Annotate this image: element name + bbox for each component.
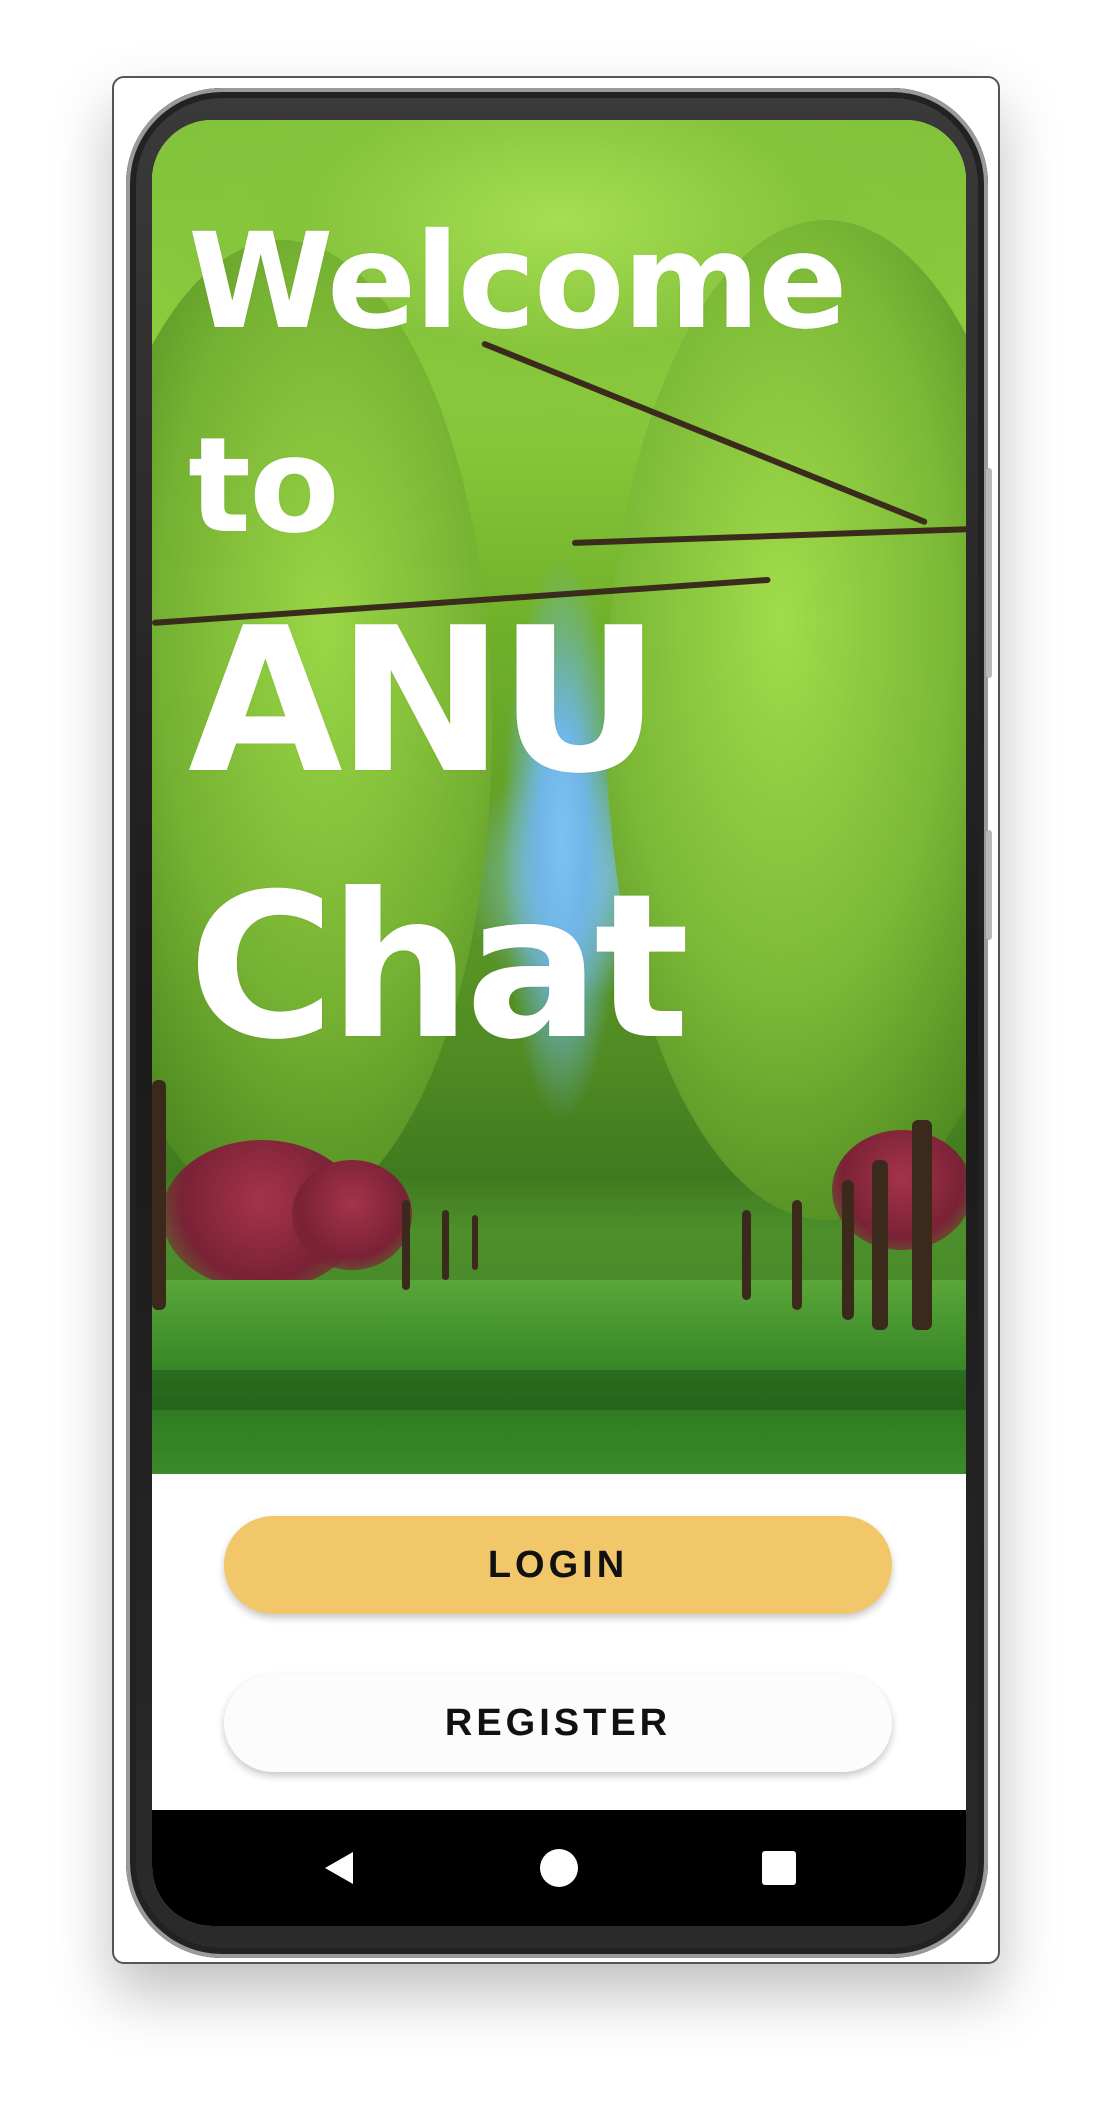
home-button[interactable] [527, 1836, 591, 1900]
login-button[interactable]: LOGIN [224, 1516, 892, 1614]
back-button[interactable] [307, 1836, 371, 1900]
app-name-line-2: Chat [188, 851, 690, 1084]
volume-button [986, 468, 992, 678]
power-button [986, 830, 992, 940]
phone-screen: Welcome to ANU Chat LOGIN REGISTER [152, 120, 966, 1926]
stage: Welcome to ANU Chat LOGIN REGISTER [0, 0, 1112, 2112]
welcome-title-line-2: to [188, 409, 340, 563]
register-button[interactable]: REGISTER [224, 1674, 892, 1772]
recents-button[interactable] [747, 1836, 811, 1900]
app-name-line-1: ANU [188, 585, 661, 818]
auth-actions-panel: LOGIN REGISTER [152, 1474, 966, 1810]
back-triangle-icon [325, 1852, 353, 1884]
recents-square-icon [762, 1851, 796, 1885]
welcome-title-line-1: Welcome [188, 205, 848, 359]
home-circle-icon [540, 1849, 578, 1887]
system-navigation-bar [152, 1810, 966, 1926]
